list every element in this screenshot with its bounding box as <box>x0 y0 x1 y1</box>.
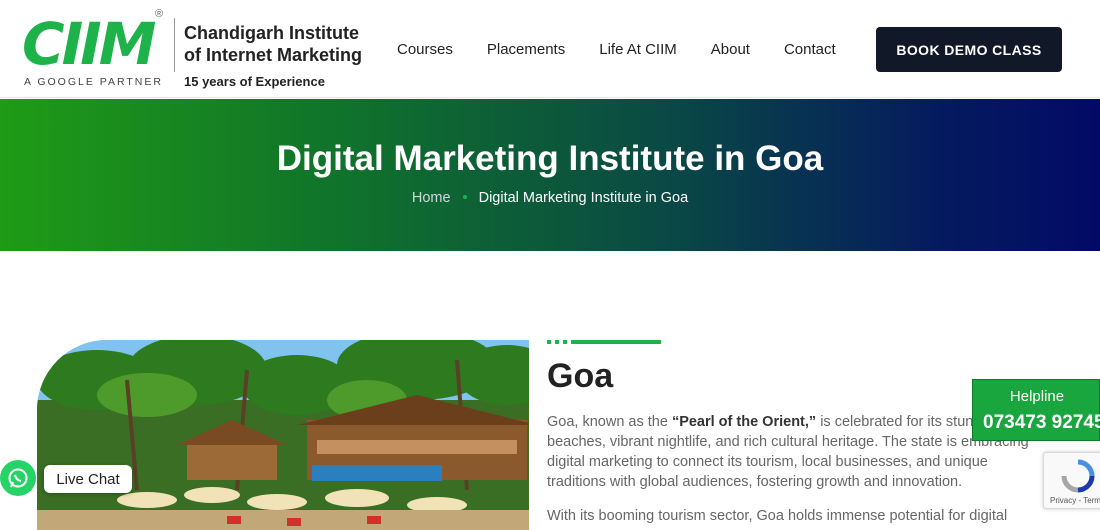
helpline-title: Helpline <box>1009 388 1065 405</box>
logo-divider <box>174 18 175 72</box>
institute-name-line1: Chandigarh Institute <box>184 23 359 43</box>
nav-contact[interactable]: Contact <box>784 41 836 58</box>
live-chat-button[interactable]: Live Chat <box>44 465 132 493</box>
site-header: CIIM ® A GOOGLE PARTNER Chandigarh Insti… <box>0 0 1100 98</box>
deco-dot <box>563 340 567 344</box>
section-title: Goa <box>547 357 614 395</box>
goa-second-paragraph: With its booming tourism sector, Goa hol… <box>547 508 1008 524</box>
beach-illustration <box>37 340 529 530</box>
recaptcha-icon <box>1061 459 1095 493</box>
breadcrumb-current: Digital Marketing Institute in Goa <box>478 190 689 206</box>
breadcrumb-home-link[interactable]: Home <box>412 190 451 206</box>
goa-intro-paragraph: Goa, known as the “Pearl of the Orient,”… <box>547 412 1037 492</box>
breadcrumb: Home Digital Marketing Institute in Goa <box>0 190 1100 206</box>
hero-banner: Digital Marketing Institute in Goa Home … <box>0 99 1100 251</box>
institute-name-line2: of Internet Marketing <box>184 45 363 65</box>
page-title: Digital Marketing Institute in Goa <box>276 139 824 178</box>
nav-placements[interactable]: Placements <box>487 41 565 58</box>
registered-mark: ® <box>155 8 164 20</box>
helpline-number[interactable]: 073473 92745 <box>983 412 1100 434</box>
para-bold-phrase: “Pearl of the Orient,” <box>671 414 817 430</box>
google-partner-text: A GOOGLE PARTNER <box>24 76 163 88</box>
book-demo-button[interactable]: BOOK DEMO CLASS <box>876 27 1062 72</box>
goa-beach-photo <box>37 340 529 530</box>
institute-name: Chandigarh Institute of Internet Marketi… <box>184 22 362 66</box>
nav-about[interactable]: About <box>711 41 750 58</box>
experience-tagline: 15 years of Experience <box>184 74 325 89</box>
nav-courses[interactable]: Courses <box>397 41 453 58</box>
logo-mark: CIIM <box>22 10 156 78</box>
ciim-logo[interactable]: CIIM ® A GOOGLE PARTNER Chandigarh Insti… <box>22 8 362 92</box>
heading-decoration <box>547 340 667 344</box>
breadcrumb-separator <box>462 194 467 199</box>
whatsapp-button[interactable] <box>0 460 36 496</box>
deco-dot <box>547 340 551 344</box>
whatsapp-icon <box>8 468 28 488</box>
helpline-widget[interactable]: Helpline 073473 92745 <box>972 379 1100 441</box>
deco-dot <box>555 340 559 344</box>
recaptcha-label[interactable]: Privacy - Terms <box>1050 496 1100 505</box>
main-nav: Courses Placements Life At CIIM About Co… <box>380 30 853 68</box>
nav-life-at-ciim[interactable]: Life At CIIM <box>599 41 677 58</box>
para-text-start: Goa, known as the <box>547 414 672 430</box>
recaptcha-badge[interactable]: Privacy - Terms <box>1043 452 1100 509</box>
deco-bar <box>571 340 661 344</box>
